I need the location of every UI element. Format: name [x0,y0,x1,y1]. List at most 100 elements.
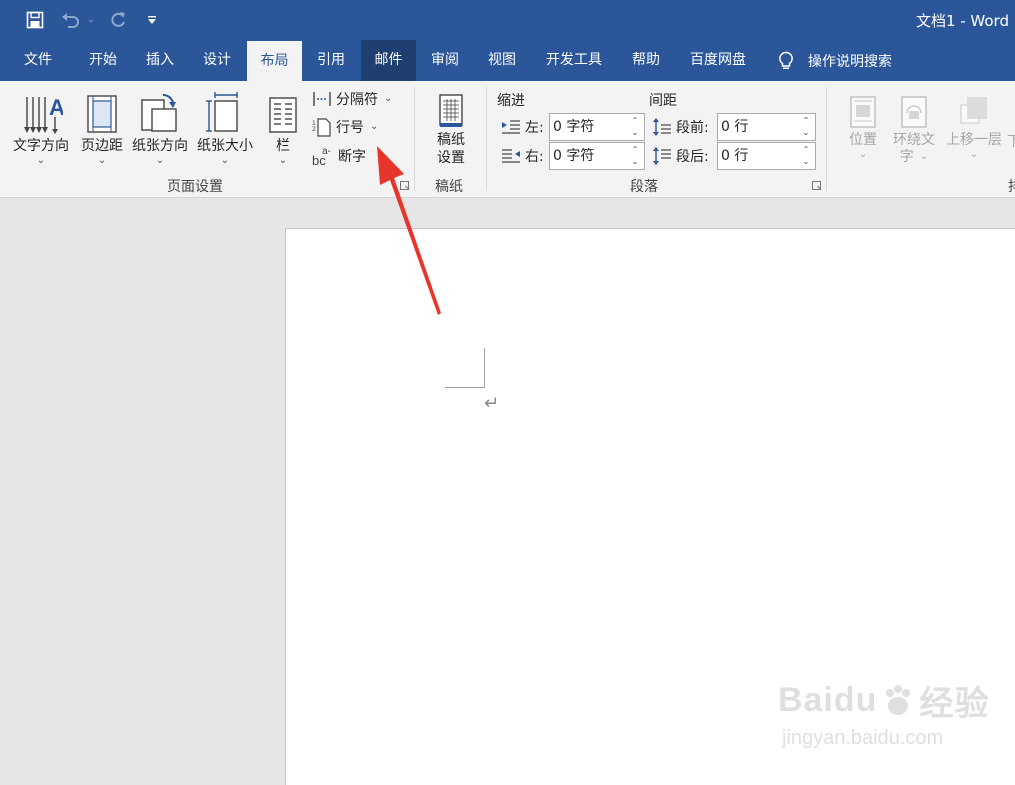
spinner-arrows-icon[interactable]: ⌃ ⌄ [630,144,640,168]
chevron-down-icon: ⌄ [969,149,979,160]
columns-label: 栏 [276,138,290,154]
chevron-down-icon: ⌄ [155,155,165,166]
orientation-button[interactable]: 纸张方向 ⌄ [129,87,191,167]
annotation-arrow-icon [377,146,441,315]
bring-forward-button[interactable]: 上移一层 ⌄ [942,89,1006,161]
group-separator [486,87,487,191]
wrap-text-label-2: 字 [899,149,914,165]
baidu-watermark: Baidu 经验 jingyan.baidu.com [778,676,989,750]
chevron-down-icon: ⌄ [278,155,288,166]
send-backward-button[interactable]: 下 [1007,131,1015,151]
text-direction-label: 文字方向 [13,138,69,154]
spacing-heading: 间距 [649,93,677,109]
bring-forward-label: 上移一层 [946,132,1002,148]
indent-heading: 缩进 [497,93,525,109]
indent-left-icon [501,119,521,135]
spacing-before-icon [652,117,672,137]
spinner-arrows-icon[interactable]: ⌃ ⌄ [630,115,640,139]
tell-me-label: 操作说明搜索 [808,53,892,70]
spacing-before-label: 段前: [652,113,709,141]
position-label: 位置 [849,132,877,148]
paper-size-icon [205,87,245,135]
spacing-after-icon [652,146,672,166]
hyphenation-button[interactable]: bc a- 断字 [312,145,366,167]
undo-dropdown-icon[interactable]: ⌄ [84,8,98,32]
indent-left-label: 左: [501,113,544,141]
paragraph-mark-icon: ↵ [484,393,500,414]
size-button[interactable]: 纸张大小 ⌄ [194,87,256,167]
tab-view[interactable]: 视图 [473,40,531,81]
group-separator [826,87,827,191]
paragraph-dialog-launcher[interactable] [812,181,821,190]
hyphenation-icon: bc a- [312,145,334,167]
indent-right-value: 0 字符 [553,148,595,164]
bring-forward-icon [959,89,989,129]
send-backward-label: 下 [1007,134,1015,150]
svg-text:A: A [49,95,63,120]
line-numbers-button[interactable]: 12 行号 ⌄ [312,116,378,138]
size-label: 纸张大小 [197,138,253,154]
columns-button[interactable]: 栏 ⌄ [264,87,302,167]
page-setup-group-label: 页面设置 [167,179,223,195]
tab-layout[interactable]: 布局 [247,41,302,81]
tab-design[interactable]: 设计 [188,40,246,81]
tab-file[interactable]: 文件 [9,40,67,81]
redo-icon[interactable] [106,8,130,32]
chevron-down-icon: ⌄ [858,149,868,160]
tell-me-search[interactable]: 操作说明搜索 [778,40,892,81]
line-numbers-icon: 12 [312,117,332,137]
document-title: 文档1 - Word [915,12,1009,30]
lightbulb-icon [778,51,794,71]
wrap-text-label-1: 环绕文 [893,132,935,148]
spacing-after-label: 段后: [652,142,709,170]
wrap-text-icon [899,89,929,129]
ribbon: A 文字方向 ⌄ 页边距 ⌄ 纸张方向 ⌄ 纸张大小 ⌄ 栏 ⌄ 分隔符 ⌄ 1… [0,81,1015,198]
wrap-text-button[interactable]: 环绕文 字 ⌄ [888,89,940,165]
tab-home[interactable]: 开始 [74,40,132,81]
margins-icon [85,87,119,135]
arrange-group-label: 排 [1008,176,1015,196]
margins-button[interactable]: 页边距 ⌄ [78,87,126,167]
orientation-icon [139,87,181,135]
tab-references[interactable]: 引用 [302,40,360,81]
orientation-label: 纸张方向 [132,138,188,154]
indent-right-label: 右: [501,142,544,170]
indent-right-input[interactable]: 0 字符 ⌃ ⌄ [549,142,645,170]
indent-right-icon [501,148,521,164]
margin-crop-mark [445,387,485,388]
manuscript-icon [436,89,466,129]
watermark-brand: Baidu [778,681,878,719]
save-icon[interactable] [22,8,48,32]
undo-icon[interactable] [58,8,84,32]
tab-mailings[interactable]: 邮件 [361,40,416,81]
paragraph-group-label: 段落 [630,179,658,195]
spinner-arrows-icon[interactable]: ⌃ ⌄ [801,115,811,139]
text-direction-button[interactable]: A 文字方向 ⌄ [10,87,72,167]
wrap-text-label-2-row: 字 ⌄ [900,149,928,165]
position-icon [848,89,878,129]
columns-icon [268,87,298,135]
line-numbers-label: 行号 [336,120,364,136]
margins-label: 页边距 [81,138,123,154]
tab-help[interactable]: 帮助 [618,40,674,81]
position-button[interactable]: 位置 ⌄ [842,89,884,161]
watermark-url: jingyan.baidu.com [782,727,944,749]
breaks-label: 分隔符 [336,92,378,108]
svg-text:2: 2 [312,126,316,133]
chevron-down-icon: ⌄ [97,155,107,166]
text-direction-icon: A [19,87,63,135]
spinner-arrows-icon[interactable]: ⌃ ⌄ [801,144,811,168]
chevron-down-icon: ⌄ [384,93,393,104]
tab-baidu-netdisk[interactable]: 百度网盘 [680,40,756,81]
tab-developer[interactable]: 开发工具 [535,40,613,81]
breaks-button[interactable]: 分隔符 ⌄ [312,88,392,110]
tab-review[interactable]: 审阅 [416,40,474,81]
customize-qat-icon[interactable] [142,8,162,32]
spacing-before-input[interactable]: 0 行 ⌃ ⌄ [717,113,816,141]
indent-left-input[interactable]: 0 字符 ⌃ ⌄ [549,113,645,141]
spacing-after-input[interactable]: 0 行 ⌃ ⌄ [717,142,816,170]
breaks-icon [312,90,332,108]
tab-insert[interactable]: 插入 [131,40,189,81]
chevron-down-icon: ⌄ [919,151,929,162]
title-bar: ⌄ 文档1 - Word [0,0,1015,40]
